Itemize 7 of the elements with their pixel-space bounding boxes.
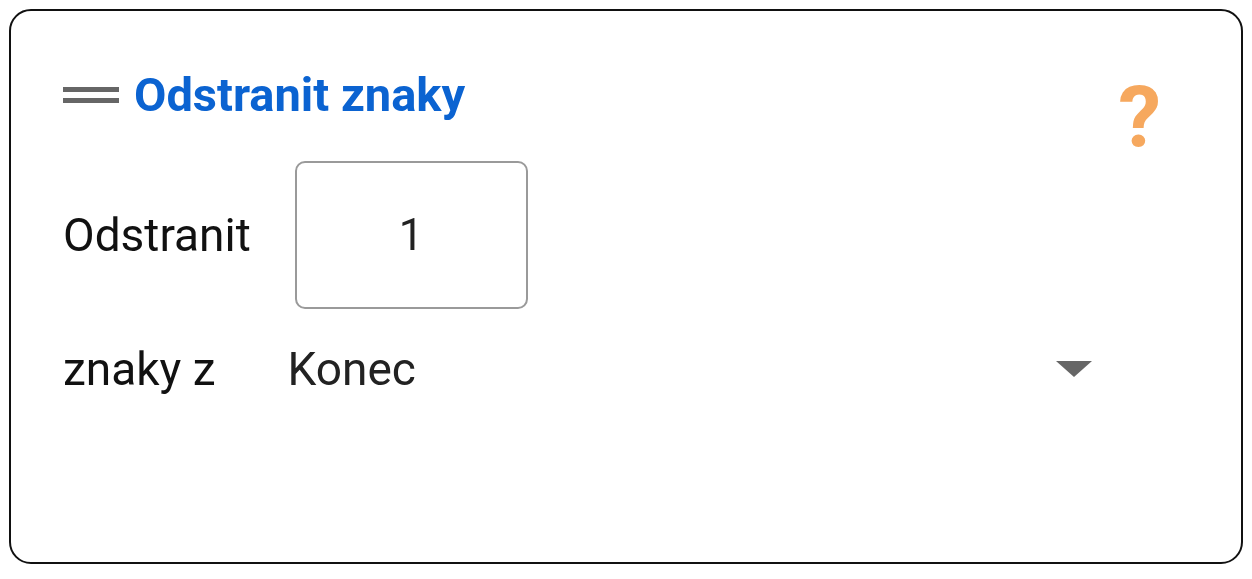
caret-icon[interactable] bbox=[1055, 361, 1092, 377]
block-title: Odstranit znaky bbox=[134, 67, 466, 123]
field-label: znaky z bbox=[63, 341, 216, 397]
field-label: Odstranit bbox=[63, 207, 251, 263]
number-field[interactable]: 1 bbox=[294, 161, 528, 309]
dropdown-value[interactable]: Konec bbox=[287, 341, 416, 397]
drag-handle-icon[interactable] bbox=[63, 85, 119, 105]
